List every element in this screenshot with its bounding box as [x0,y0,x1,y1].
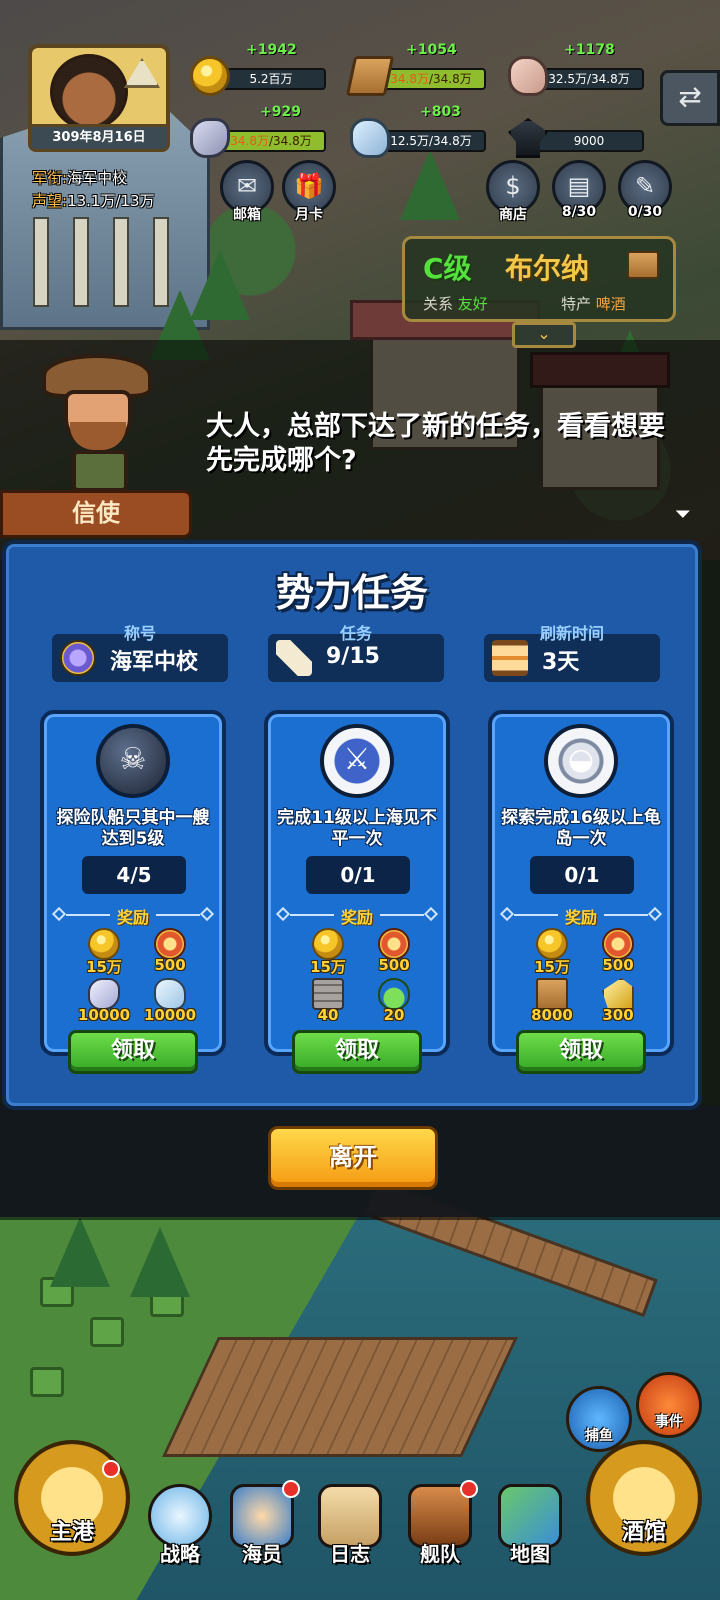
town-relation: 关系 友好 [423,295,488,313]
reward-item: 40 [298,978,358,1032]
scroll-icon [276,640,312,676]
skip-down-icon: ⏷ [675,504,690,525]
event-button[interactable]: 事件 [636,1372,702,1438]
tree [50,1217,110,1287]
prestige: 声望:13.1万/13万 [32,192,155,210]
resource-iron[interactable]: +929 34.8万/34.8万 [190,104,330,158]
resource-wood[interactable]: +1054 34.8万/34.8万 [345,42,490,96]
leave-button[interactable]: 离开 [268,1126,438,1190]
reward-item: 20 [364,978,424,1032]
reward-item: 15万 [522,928,582,982]
shop-button[interactable]: $ 商店 [482,160,544,230]
stone-icon [508,56,548,96]
reward-item: 300 [588,978,648,1032]
reward-item: 500 [140,928,200,982]
nav-main-port[interactable]: 主港 [14,1440,130,1556]
book-button[interactable]: ▤ 8/30 [548,160,610,230]
reward-item: 8000 [522,978,582,1032]
iron-ore-icon [190,118,230,158]
task-card: ◒ 探索完成16级以上龟岛一次 0/1 奖励 15万 500 8000 300 … [488,710,674,1074]
coin-icon [190,56,230,96]
town-info-card[interactable]: C级 布尔纳 关系 友好 特产 啤酒 [402,236,676,322]
expand-town-button[interactable]: ⌄ [512,322,576,348]
task-count-box: 任务 9/15 [268,624,444,682]
reward-item: 10000 [74,978,134,1032]
reward-item: 15万 [298,928,358,982]
wood-icon [345,56,395,96]
claim-button[interactable]: 领取 [516,1030,646,1074]
messenger-portrait [36,346,164,496]
task-progress: 0/1 [306,856,410,894]
notification-dot [282,1480,300,1498]
tree [130,1227,190,1297]
task-progress: 0/1 [530,856,634,894]
town-product: 特产 啤酒 [561,295,626,313]
chevron-down-icon: ⌄ [537,324,551,343]
reward-item: 15万 [74,928,134,982]
skip-dialogue-button[interactable]: ⏷ [676,504,690,525]
panel-title: 势力任务 [275,571,428,615]
nav-fleet[interactable]: 舰队 [400,1480,480,1580]
task-card: ☠ 探险队船只其中一艘达到5级 4/5 奖励 15万 500 10000 100… [40,710,226,1074]
title-info-box: 称号 海军中校 [52,624,228,682]
reward-item: 500 [364,928,424,982]
reward-item: 500 [588,928,648,982]
nav-tavern[interactable]: 酒馆 [586,1440,702,1556]
nav-log[interactable]: 日志 [310,1484,390,1580]
game-date: 309年8月16日 [28,124,170,152]
resource-knowledge[interactable]: 9000 [508,118,648,158]
fishing-button[interactable]: 捕鱼 [566,1386,632,1452]
bush [90,1317,124,1347]
bush [30,1367,64,1397]
claim-button[interactable]: 领取 [292,1030,422,1074]
resource-stone[interactable]: +1178 32.5万/34.8万 [508,42,648,96]
nav-crew[interactable]: 海员 [222,1480,302,1580]
resource-crystal[interactable]: +803 12.5万/34.8万 [350,104,490,158]
rank-medal-icon [60,640,96,676]
monthly-card-button[interactable]: 🎁 月卡 [278,160,340,230]
menu-toggle-button[interactable]: ⇄ [660,70,720,126]
task-card: ⚔ 完成11级以上海见不平一次 0/1 奖励 15万 500 40 20 领取 [264,710,450,1074]
speaker-name: 信使 [0,490,192,538]
hourglass-icon [492,640,528,676]
notification-dot [460,1480,478,1498]
notification-dot [102,1460,120,1478]
rank-triangle-icon [124,58,160,88]
resource-gold[interactable]: +1942 5.2百万 [190,42,330,96]
claim-button[interactable]: 领取 [68,1030,198,1074]
task-progress: 4/5 [82,856,186,894]
crossed-swords-icon: ⚔ [320,724,394,798]
nav-map[interactable]: 地图 [490,1484,570,1580]
town-grade: C级 [423,252,472,285]
scroll-button[interactable]: ✎ 0/30 [614,160,676,230]
dock [162,1337,518,1457]
avatar-portrait [50,54,128,130]
town-name: 布尔纳 [505,252,590,285]
reward-item: 10000 [140,978,200,1032]
crate-icon [627,251,659,279]
bomb-skull-icon: ☠ [96,724,170,798]
mail-button[interactable]: ✉ 邮箱 [216,160,278,230]
turtle-island-icon: ◒ [544,724,618,798]
tree [400,150,460,220]
crystal-icon [350,118,390,158]
military-rank: 军衔:海军中校 [32,169,128,187]
dialogue-text: 大人，总部下达了新的任务，看看想要先完成哪个? [206,411,665,476]
nav-strategy[interactable]: 战略 [140,1484,220,1580]
swap-arrows-icon: ⇄ [678,80,702,113]
faction-task-panel: 势力任务 称号 海军中校 任务 9/15 刷新时间 3天 ☠ 探险队船只其中一艘… [2,540,702,1110]
refresh-time-box: 刷新时间 3天 [484,624,660,682]
